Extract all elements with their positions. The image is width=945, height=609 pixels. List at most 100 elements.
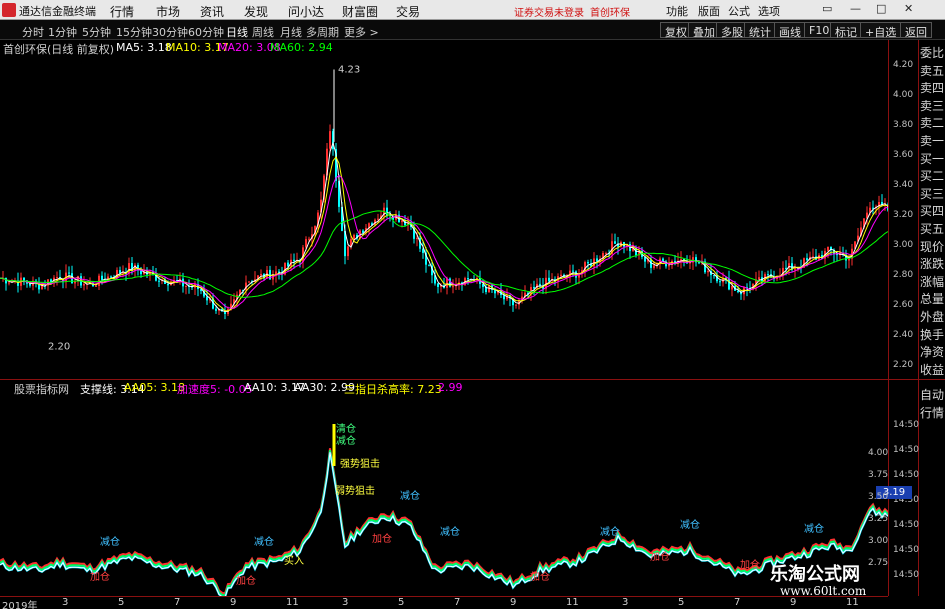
period-60min[interactable]: 60分钟 [188, 24, 224, 40]
app-logo-icon [2, 3, 16, 17]
candle-body [539, 283, 541, 286]
menu-shichang[interactable]: 市场 [156, 3, 180, 20]
period-15min[interactable]: 15分钟 [116, 24, 152, 40]
period-30min[interactable]: 30分钟 [152, 24, 188, 40]
side-tab-1[interactable]: 卖五 [919, 62, 945, 79]
menu-xuanxiang[interactable]: 选项 [758, 3, 780, 19]
biaoji-button[interactable]: 标记 [830, 22, 862, 39]
indicator-tick: 14:50 [893, 470, 919, 480]
date-axis: 2019年 3 5 7 9 11 3 5 7 9 11 3 5 7 9 11 [0, 596, 888, 609]
watermark-url: www.60lt.com [780, 584, 867, 598]
menu-zixun[interactable]: 资讯 [200, 3, 224, 20]
date-month: 3 [622, 597, 629, 608]
side-tab-4[interactable]: 卖二 [919, 114, 945, 131]
indicator-left-tick: 3.00 [868, 536, 889, 546]
candle-body [668, 264, 670, 267]
maximize-icon[interactable]: □ [876, 2, 886, 15]
period-monthly[interactable]: 月线 [280, 24, 302, 40]
menu-banmian[interactable]: 版面 [698, 3, 720, 19]
candle-body [467, 278, 469, 280]
side-tab-sub-1[interactable]: 行情 [919, 404, 945, 421]
watermark-title: 乐淘公式网 [770, 564, 860, 585]
side-tab-2[interactable]: 卖四 [919, 79, 945, 96]
candle-body [731, 285, 733, 290]
side-tab-8[interactable]: 买三 [919, 185, 945, 202]
side-tab-9[interactable]: 买四 [919, 202, 945, 219]
candle-body [248, 281, 250, 283]
side-tab-5[interactable]: 卖一 [919, 132, 945, 149]
side-tab-14[interactable]: 总量 [919, 290, 945, 307]
current-stock-tag[interactable]: 首创环保 [590, 4, 630, 19]
low-label: 2.20 [48, 341, 70, 352]
period-weekly[interactable]: 周线 [252, 24, 274, 40]
period-1min[interactable]: 1分钟 [48, 24, 77, 40]
side-tab-11[interactable]: 现价 [919, 238, 945, 255]
huaxian-button[interactable]: 画线 [774, 22, 806, 39]
candle-body [437, 283, 439, 287]
price-tick: 3.00 [893, 240, 914, 250]
tongji-button[interactable]: 统计 [744, 22, 776, 39]
date-month: 11 [286, 597, 299, 608]
period-5min[interactable]: 5分钟 [82, 24, 111, 40]
price-tick: 3.80 [893, 120, 914, 130]
signal-jiacang: 加仓 [90, 572, 110, 583]
candle-body [401, 220, 403, 223]
candle-body [56, 277, 58, 279]
side-tab-12[interactable]: 涨跌 [919, 255, 945, 272]
candle-body [377, 218, 379, 220]
side-tab-18[interactable]: 收益 [919, 361, 945, 378]
menu-wenxiaoda[interactable]: 问小达 [288, 3, 324, 20]
period-daily[interactable]: 日线 [226, 24, 248, 40]
side-tab-17[interactable]: 净资 [919, 343, 945, 360]
side-tab-sub-0[interactable]: 自动 [919, 386, 945, 403]
candle-body [587, 262, 589, 264]
side-tab-16[interactable]: 换手 [919, 326, 945, 343]
indicator-left-tick: 4.00 [868, 448, 889, 458]
side-tab-7[interactable]: 买二 [919, 167, 945, 184]
side-tab-10[interactable]: 买五 [919, 220, 945, 237]
candle-body [728, 278, 730, 290]
candle-body [167, 284, 169, 286]
side-tab-3[interactable]: 卖三 [919, 97, 945, 114]
candle-body [605, 252, 607, 254]
minimize-icon[interactable]: — [850, 2, 861, 15]
price-tick: 4.00 [893, 90, 914, 100]
back-button[interactable]: 返回 [900, 22, 932, 39]
side-tab-6[interactable]: 买一 [919, 150, 945, 167]
add-favorite-button[interactable]: +自选 [860, 22, 902, 39]
candle-body [278, 271, 280, 273]
side-tab-13[interactable]: 涨幅 [919, 273, 945, 290]
indicator-left-tick: 2.75 [868, 558, 889, 568]
chart-divider [0, 379, 945, 380]
indicator-tick: 14:50 [893, 445, 919, 455]
menu-hangqing[interactable]: 行情 [110, 3, 134, 20]
menu-gongshi[interactable]: 公式 [728, 3, 750, 19]
ma5-value: MA5: 3.18 [116, 41, 172, 54]
high-label: 4.23 [338, 65, 360, 76]
close-icon[interactable]: ✕ [904, 2, 913, 15]
candle-body [767, 274, 769, 276]
indicator-tick: 14:50 [893, 545, 919, 555]
side-tab-0[interactable]: 委比 [919, 44, 945, 61]
date-month: 3 [342, 597, 349, 608]
menu-gongneng[interactable]: 功能 [666, 3, 688, 19]
login-warning[interactable]: 证券交易未登录 [514, 4, 584, 19]
side-tab-15[interactable]: 外盘 [919, 308, 945, 325]
restore-window-icon[interactable]: ▭ [822, 2, 832, 15]
period-multi[interactable]: 多周期 [306, 24, 339, 40]
candle-body [308, 238, 310, 240]
date-month: 9 [510, 597, 517, 608]
menu-jiaoyi[interactable]: 交易 [396, 3, 420, 20]
period-fenshi[interactable]: 分时 [22, 24, 44, 40]
date-month: 11 [566, 597, 579, 608]
signal-jiacang: 加仓 [740, 560, 760, 571]
signal-jiancang: 减仓 [804, 524, 824, 535]
candle-body [128, 263, 130, 274]
price-chart[interactable]: 4.23 2.20 [0, 56, 888, 376]
menu-caifuquan[interactable]: 财富圈 [342, 3, 378, 20]
period-more[interactable]: 更多 > [344, 24, 379, 40]
menu-faxian[interactable]: 发现 [244, 3, 268, 20]
candle-body [329, 131, 331, 149]
candle-body [719, 281, 721, 283]
candle-body [560, 274, 562, 277]
